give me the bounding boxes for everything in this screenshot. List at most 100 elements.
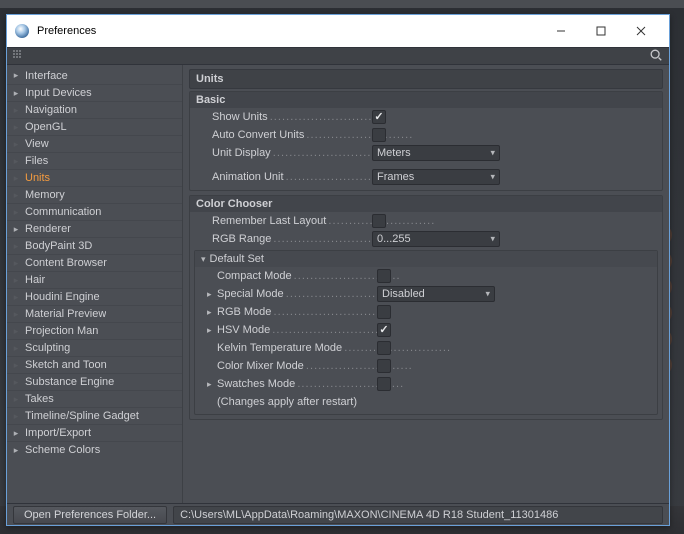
sidebar-item-renderer[interactable]: Renderer — [7, 220, 182, 237]
group-basic-head[interactable]: Basic — [190, 92, 662, 108]
sidebar-item-takes[interactable]: Takes — [7, 390, 182, 407]
group-basic: Basic Show Units Auto Convert Units Unit… — [189, 91, 663, 191]
sidebar-item-scheme-colors[interactable]: Scheme Colors — [7, 441, 182, 458]
sidebar-item-import-export[interactable]: Import/Export — [7, 424, 182, 441]
sidebar[interactable]: Interface Input Devices Navigation OpenGL Vi… — [7, 65, 183, 503]
sidebar-item-files[interactable]: Files — [7, 152, 182, 169]
animation-unit-label: Animation Unit — [212, 171, 284, 183]
chevron-right-icon — [11, 411, 21, 422]
sidebar-item-houdini-engine[interactable]: Houdini Engine — [7, 288, 182, 305]
kelvin-mode-checkbox[interactable] — [377, 341, 391, 355]
chevron-right-icon — [11, 224, 21, 235]
sidebar-item-label: Hair — [25, 274, 45, 286]
sidebar-item-opengl[interactable]: OpenGL — [7, 118, 182, 135]
sidebar-item-bodypaint-3d[interactable]: BodyPaint 3D — [7, 237, 182, 254]
sidebar-item-label: Files — [25, 155, 48, 167]
show-units-label: Show Units — [212, 111, 268, 123]
minimize-button[interactable] — [541, 15, 581, 47]
sidebar-item-label: Renderer — [25, 223, 71, 235]
sidebar-item-units[interactable]: Units — [7, 169, 182, 186]
window-title: Preferences — [37, 25, 96, 37]
swatches-mode-checkbox[interactable] — [377, 377, 391, 391]
chevron-right-icon — [11, 241, 21, 252]
sidebar-item-label: Projection Man — [25, 325, 98, 337]
sidebar-item-projection-man[interactable]: Projection Man — [7, 322, 182, 339]
sidebar-item-label: Takes — [25, 393, 54, 405]
chevron-right-icon[interactable] — [207, 325, 217, 336]
open-preferences-folder-button[interactable]: Open Preferences Folder... — [13, 506, 167, 524]
sidebar-item-label: Navigation — [25, 104, 77, 116]
show-units-checkbox[interactable] — [372, 110, 386, 124]
maximize-button[interactable] — [581, 15, 621, 47]
restart-note: (Changes apply after restart) — [195, 393, 657, 410]
chevron-right-icon[interactable] — [207, 379, 217, 390]
unit-display-dropdown[interactable]: Meters▾ — [372, 145, 500, 161]
sidebar-item-hair[interactable]: Hair — [7, 271, 182, 288]
auto-convert-checkbox[interactable] — [372, 128, 386, 142]
chevron-right-icon — [11, 445, 21, 456]
chevron-right-icon — [11, 428, 21, 439]
chevron-right-icon — [11, 309, 21, 320]
sidebar-item-input-devices[interactable]: Input Devices — [7, 84, 182, 101]
chevron-right-icon — [11, 292, 21, 303]
sidebar-item-label: Houdini Engine — [25, 291, 100, 303]
chevron-right-icon — [11, 377, 21, 388]
sidebar-item-communication[interactable]: Communication — [7, 203, 182, 220]
sidebar-item-label: Timeline/Spline Gadget — [25, 410, 139, 422]
chevron-right-icon — [11, 394, 21, 405]
animation-unit-dropdown[interactable]: Frames▾ — [372, 169, 500, 185]
rgb-range-dropdown[interactable]: 0...255▾ — [372, 231, 500, 247]
sidebar-item-label: BodyPaint 3D — [25, 240, 92, 252]
sidebar-item-label: Interface — [25, 70, 68, 82]
sidebar-item-interface[interactable]: Interface — [7, 67, 182, 84]
sidebar-item-label: Substance Engine — [25, 376, 114, 388]
chevron-right-icon[interactable] — [207, 307, 217, 318]
special-mode-dropdown[interactable]: Disabled▾ — [377, 286, 495, 302]
sidebar-item-label: Memory — [25, 189, 65, 201]
special-mode-label: Special Mode — [217, 288, 284, 300]
group-color-chooser-head[interactable]: Color Chooser — [190, 196, 662, 212]
chevron-right-icon — [11, 88, 21, 99]
sidebar-item-label: Import/Export — [25, 427, 91, 439]
chevron-right-icon — [11, 122, 21, 133]
remember-layout-checkbox[interactable] — [372, 214, 386, 228]
group-default-set-head[interactable]: Default Set — [195, 251, 657, 267]
sidebar-item-substance-engine[interactable]: Substance Engine — [7, 373, 182, 390]
chevron-right-icon[interactable] — [207, 289, 217, 300]
sidebar-item-view[interactable]: View — [7, 135, 182, 152]
sidebar-item-memory[interactable]: Memory — [7, 186, 182, 203]
sidebar-item-label: Material Preview — [25, 308, 106, 320]
grip-handle-icon[interactable] — [13, 50, 25, 62]
preferences-path-field[interactable]: C:\Users\ML\AppData\Roaming\MAXON\CINEMA… — [173, 506, 663, 524]
sidebar-item-navigation[interactable]: Navigation — [7, 101, 182, 118]
unit-display-label: Unit Display — [212, 147, 271, 159]
sidebar-item-label: Sketch and Toon — [25, 359, 107, 371]
chevron-down-icon — [201, 253, 206, 265]
compact-mode-checkbox[interactable] — [377, 269, 391, 283]
sidebar-item-label: Units — [25, 172, 50, 184]
panel-title: Units — [189, 69, 663, 89]
sidebar-item-label: Input Devices — [25, 87, 92, 99]
sidebar-item-label: Communication — [25, 206, 101, 218]
sidebar-item-label: Scheme Colors — [25, 444, 100, 456]
sidebar-item-label: View — [25, 138, 49, 150]
sidebar-item-content-browser[interactable]: Content Browser — [7, 254, 182, 271]
sidebar-item-label: Content Browser — [25, 257, 107, 269]
close-button[interactable] — [621, 15, 661, 47]
settings-panel: Units Basic Show Units Auto Convert Unit… — [183, 65, 669, 503]
sidebar-item-timeline-spline-gadget[interactable]: Timeline/Spline Gadget — [7, 407, 182, 424]
search-icon[interactable] — [649, 48, 663, 65]
group-color-chooser: Color Chooser Remember Last Layout RGB R… — [189, 195, 663, 420]
sidebar-item-sketch-and-toon[interactable]: Sketch and Toon — [7, 356, 182, 373]
sidebar-item-material-preview[interactable]: Material Preview — [7, 305, 182, 322]
color-mixer-mode-checkbox[interactable] — [377, 359, 391, 373]
rgb-mode-checkbox[interactable] — [377, 305, 391, 319]
titlebar[interactable]: Preferences — [7, 15, 669, 47]
preferences-window: Preferences Interface Input Devices Naviga… — [6, 14, 670, 526]
hsv-mode-label: HSV Mode — [217, 324, 270, 336]
chevron-right-icon — [11, 156, 21, 167]
chevron-right-icon — [11, 258, 21, 269]
sidebar-item-sculpting[interactable]: Sculpting — [7, 339, 182, 356]
hsv-mode-checkbox[interactable] — [377, 323, 391, 337]
chevron-right-icon — [11, 275, 21, 286]
